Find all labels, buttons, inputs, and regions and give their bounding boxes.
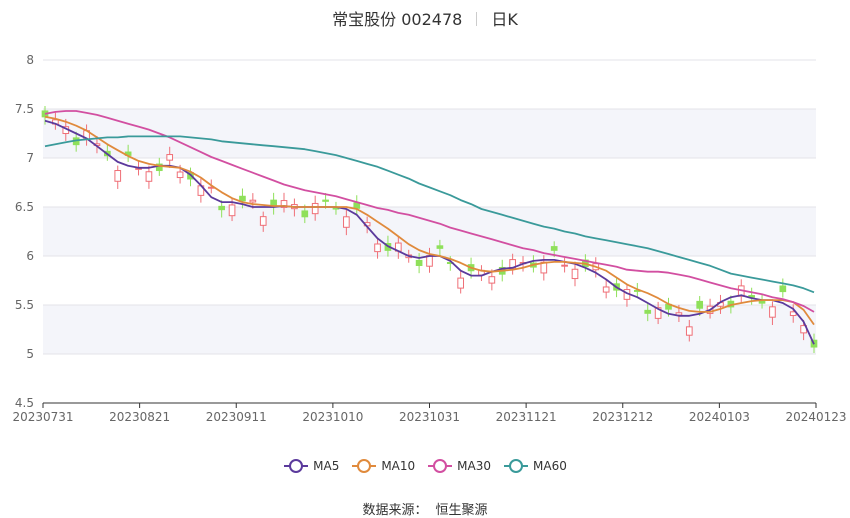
x-tick-label: 20231121 — [496, 410, 557, 424]
candle-body — [561, 264, 568, 267]
legend-marker-icon — [352, 459, 377, 473]
candle-body — [249, 199, 257, 203]
candle-body — [758, 301, 766, 304]
legend-marker-icon — [504, 459, 529, 473]
x-axis: 20230731 20230821 20230911 20231010 20231031… — [12, 402, 847, 424]
candle-body — [769, 306, 776, 318]
candle-body — [301, 210, 309, 218]
legend-marker-icon — [284, 459, 309, 473]
y-axis: 4.5 5 5.5 6 6.5 7 7.5 8 — [15, 53, 34, 410]
legend: MA5 MA10 MA30 MA60 — [0, 458, 850, 474]
plot-bands — [43, 109, 816, 354]
legend-item-ma10[interactable]: MA10 — [351, 458, 415, 474]
legend-item-ma5[interactable]: MA5 — [283, 458, 339, 474]
legend-item-ma60[interactable]: MA60 — [503, 458, 567, 474]
y-tick-label: 6.5 — [15, 200, 34, 214]
legend-item-ma30[interactable]: MA30 — [427, 458, 491, 474]
candle-body — [218, 205, 225, 211]
x-tick-label: 20230731 — [12, 410, 73, 424]
candle-body — [114, 170, 122, 182]
candle-body — [322, 199, 329, 202]
y-tick-label: 8 — [26, 53, 34, 67]
candle-body — [343, 216, 350, 228]
legend-label: MA60 — [533, 459, 567, 473]
x-tick-label: 20240123 — [785, 410, 846, 424]
candle-body — [176, 171, 184, 179]
candle-body — [685, 326, 693, 336]
candle-body — [353, 202, 361, 209]
candle-body — [696, 300, 704, 309]
candle-body — [571, 268, 579, 280]
x-tick-label: 20231031 — [399, 410, 460, 424]
x-tick-label: 20231010 — [302, 410, 363, 424]
x-tick-label: 20230821 — [109, 410, 170, 424]
kline-chart: 4.5 5 5.5 6 6.5 7 7.5 8 20230731 20230821 2023091… — [12, 53, 847, 424]
legend-marker-icon — [428, 459, 453, 473]
candle-body — [779, 285, 787, 293]
y-tick-label: 4.5 — [15, 396, 34, 410]
candle-body — [311, 202, 319, 215]
candle-body — [374, 243, 381, 253]
legend-label: MA5 — [313, 459, 340, 473]
candle-body — [457, 277, 465, 289]
y-tick-label: 5 — [26, 347, 34, 361]
x-tick-label: 20231212 — [592, 410, 653, 424]
candle-body — [436, 245, 444, 249]
y-tick-label: 7.5 — [15, 102, 34, 116]
y-tick-label: 7 — [26, 151, 34, 165]
candle-body — [488, 276, 496, 284]
candle-body — [550, 246, 558, 251]
candle-body — [259, 216, 267, 226]
candle-body — [415, 259, 423, 266]
x-tick-label: 20240103 — [689, 410, 750, 424]
legend-label: MA30 — [457, 459, 492, 473]
candle-body — [166, 154, 174, 161]
legend-label: MA10 — [381, 459, 416, 473]
data-source: 数据来源： 恒生聚源 — [0, 499, 850, 518]
candle-body — [239, 195, 246, 202]
y-tick-label: 5.5 — [15, 298, 34, 312]
candle-body — [644, 309, 652, 314]
y-tick-label: 6 — [26, 249, 34, 263]
candle-body — [602, 286, 610, 293]
x-tick-label: 20230911 — [206, 410, 267, 424]
candle-body — [228, 204, 236, 217]
candle-body — [145, 171, 153, 182]
